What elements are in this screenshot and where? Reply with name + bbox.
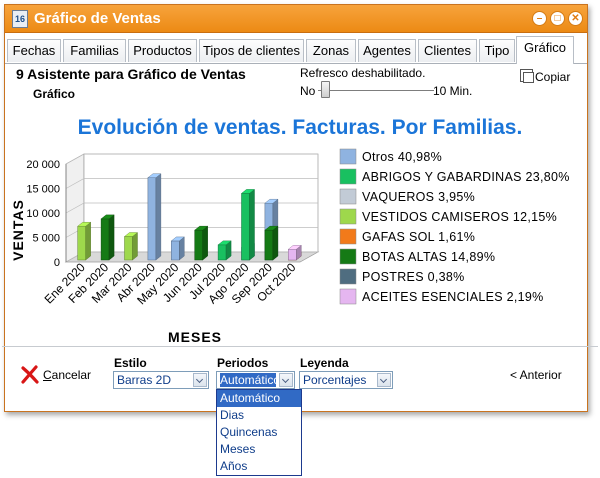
legend-swatch — [339, 148, 357, 165]
bar-front — [288, 249, 297, 261]
leyenda-select-value: Porcentajes — [303, 373, 367, 387]
bar — [194, 225, 209, 261]
bar-side — [249, 188, 255, 261]
y-tick-label: 0 — [54, 257, 60, 269]
bar — [264, 225, 279, 261]
legend-entry: Otros 40,98% — [362, 150, 442, 164]
periodos-option[interactable]: Quincenas — [217, 424, 301, 441]
leyenda-label: Leyenda — [300, 356, 349, 370]
legend-entry: POSTRES 0,38% — [362, 270, 465, 284]
legend-swatch — [339, 248, 357, 265]
bar-side — [108, 214, 115, 261]
legend-swatch — [339, 268, 357, 285]
bar — [77, 221, 92, 261]
bar-side — [272, 225, 279, 261]
footer-divider — [2, 346, 598, 347]
legend-entry: BOTAS ALTAS 14,89% — [362, 250, 495, 264]
y-tick-label: 15 000 — [26, 184, 60, 196]
legend-entry: ABRIGOS Y GABARDINAS 23,80% — [362, 170, 570, 184]
periodos-select-value: Automático — [220, 372, 276, 388]
legend-entry: VESTIDOS CAMISEROS 12,15% — [362, 210, 557, 224]
periodos-option[interactable]: Dias — [217, 407, 301, 424]
y-tick-label: 5 000 — [32, 233, 60, 245]
bar-front — [171, 240, 180, 261]
bar-side — [155, 173, 162, 261]
chevron-down-icon[interactable] — [279, 373, 293, 387]
bar — [147, 173, 162, 261]
legend-entry: VAQUEROS 3,95% — [362, 190, 475, 204]
y-tick-label: 20 000 — [26, 159, 60, 171]
red-x-icon — [21, 365, 39, 384]
periodos-option[interactable]: Automático — [217, 390, 301, 407]
bar — [170, 236, 185, 261]
bar-side — [202, 225, 208, 261]
bar-front — [264, 229, 274, 261]
legend-entry: ACEITES ESENCIALES 2,19% — [362, 290, 544, 304]
x-axis-title: MESES — [168, 329, 222, 345]
bar-front — [147, 177, 157, 261]
bar-front — [194, 229, 203, 261]
bar-side — [85, 221, 91, 261]
legend-swatch — [339, 228, 357, 245]
periodos-select[interactable]: Automático — [216, 371, 295, 389]
periodos-dropdown-list: Automático Dias Quincenas Meses Años — [216, 389, 302, 476]
legend-swatch — [339, 168, 357, 185]
periodos-option[interactable]: Meses — [217, 441, 301, 458]
bar — [287, 244, 302, 261]
cancel-button-label: Cancelar — [43, 368, 92, 382]
bar-side — [132, 232, 138, 261]
periodos-label: Periodos — [217, 356, 269, 370]
bar-front — [124, 236, 133, 261]
estilo-label: Estilo — [114, 356, 147, 370]
y-tick-label: 10 000 — [26, 208, 60, 220]
periodos-option[interactable]: Años — [217, 458, 301, 475]
estilo-select[interactable]: Barras 2D — [113, 371, 209, 389]
bar-front — [77, 225, 86, 261]
bar-front — [217, 244, 227, 261]
leyenda-select[interactable]: Porcentajes — [299, 371, 393, 389]
legend-swatch — [339, 208, 357, 225]
bar-front — [100, 218, 110, 261]
y-axis-title: VENTAS — [10, 199, 26, 261]
legend-swatch — [339, 288, 357, 305]
bar — [217, 240, 232, 261]
chevron-down-icon[interactable] — [377, 373, 391, 387]
bar — [123, 232, 139, 261]
bar-front — [241, 193, 250, 261]
anterior-button[interactable]: < Anterior — [510, 368, 562, 382]
estilo-select-value: Barras 2D — [117, 373, 172, 387]
legend-swatch — [339, 188, 357, 205]
legend-entry: GAFAS SOL 1,61% — [362, 230, 475, 244]
bar — [240, 188, 256, 261]
bar — [100, 214, 115, 261]
chevron-down-icon[interactable] — [193, 373, 207, 387]
